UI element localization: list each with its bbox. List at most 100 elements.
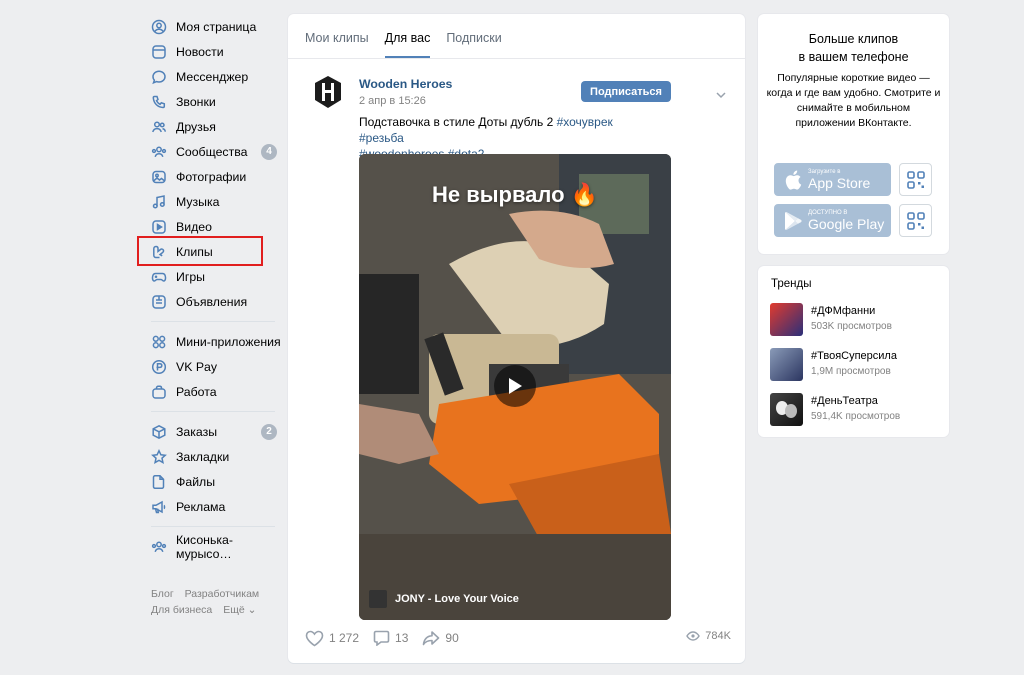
star-icon <box>151 448 167 465</box>
sidebar-item-bookmarks[interactable]: Закладки <box>140 444 285 469</box>
sidebar-item-label: Моя страница <box>176 19 257 34</box>
sidebar-item-label: Видео <box>176 219 212 234</box>
music-track[interactable]: JONY - Love Your Voice <box>369 590 519 608</box>
post-author-name[interactable]: Wooden Heroes <box>359 77 452 91</box>
google-play-icon <box>785 211 802 230</box>
sidebar-item-label: Кисонька-мурысо… <box>176 532 233 561</box>
apple-icon <box>785 170 802 190</box>
sidebar-item-communities[interactable]: Сообщества 4 <box>140 139 285 164</box>
google-play-button[interactable]: ДОСТУПНО В Google Play <box>774 204 891 237</box>
trend-thumbnail <box>770 348 803 381</box>
sidebar-item-my-page[interactable]: Моя страница <box>140 14 285 39</box>
post-date[interactable]: 2 апр в 15:26 <box>359 95 426 107</box>
promo-description: Популярные короткие видео — когда и где … <box>766 72 941 129</box>
sidebar-item-classifieds[interactable]: Объявления <box>140 289 285 314</box>
sidebar-item-files[interactable]: Файлы <box>140 469 285 494</box>
tab-subscriptions[interactable]: Подписки <box>446 31 501 58</box>
play-button-icon[interactable] <box>494 365 536 407</box>
sidebar-divider <box>151 411 275 412</box>
footer-link-more[interactable]: Ещё ⌄ <box>223 604 256 616</box>
music-track-label: JONY - Love Your Voice <box>395 593 519 605</box>
theatre-masks-icon <box>776 401 797 418</box>
heart-icon <box>305 630 324 646</box>
sidebar-item-photos[interactable]: Фотографии <box>140 164 285 189</box>
user-circle-icon <box>151 19 167 35</box>
sidebar-item-vk-pay[interactable]: VK Pay <box>140 354 285 379</box>
subscribe-button[interactable]: Подписаться <box>581 81 671 102</box>
sidebar-item-group-kisonka[interactable]: Кисонька-мурысо… <box>140 532 285 561</box>
trend-item[interactable]: #ДФМфанни 503K просмотров <box>770 303 940 337</box>
sidebar-item-label: Файлы <box>176 474 216 489</box>
briefcase-icon <box>151 384 167 400</box>
trend-item[interactable]: #ДеньТеатра 591,4K просмотров <box>770 393 940 427</box>
sidebar-divider <box>151 526 275 527</box>
communities-icon <box>151 144 167 160</box>
megaphone-icon <box>151 499 167 515</box>
sidebar-item-calls[interactable]: Звонки <box>140 89 285 114</box>
sidebar-item-label: Закладки <box>176 449 230 464</box>
promo-title-line1: Больше клипов <box>808 32 899 46</box>
promo-title: Больше клипов в вашем телефоне <box>758 30 949 66</box>
chevron-down-icon[interactable] <box>714 88 728 102</box>
left-sidebar: Моя страница Новости Мессенджер Звонки Д… <box>140 14 285 561</box>
footer-link-developers[interactable]: Разработчикам <box>185 588 260 600</box>
sidebar-item-music[interactable]: Музыка <box>140 189 285 214</box>
tab-my-clips[interactable]: Мои клипы <box>305 31 369 58</box>
sidebar-item-mini-apps[interactable]: Мини-приложения <box>140 329 285 354</box>
video-overlay-caption: Не вырвало 🔥 <box>431 182 599 207</box>
trends-title: Тренды <box>771 278 812 290</box>
tab-for-you[interactable]: Для вас <box>384 31 431 58</box>
app-store-qr-button[interactable] <box>899 163 932 196</box>
sidebar-item-label: Звонки <box>176 94 216 109</box>
app-store-button[interactable]: Загрузите в App Store <box>774 163 891 196</box>
sidebar-item-label: Музыка <box>176 194 220 209</box>
trend-name: #ДФМфанни <box>811 305 876 317</box>
wooden-heroes-logo-icon <box>315 76 341 108</box>
orders-count-badge: 2 <box>261 424 277 440</box>
message-icon <box>151 69 167 85</box>
post-actions: 1 272 13 90 784K <box>305 628 731 648</box>
sidebar-item-friends[interactable]: Друзья <box>140 114 285 139</box>
trend-views: 591,4K просмотров <box>811 411 901 422</box>
sidebar-item-label: Игры <box>176 269 206 284</box>
qr-code-icon <box>906 211 925 230</box>
sidebar-item-news[interactable]: Новости <box>140 39 285 64</box>
sidebar-item-games[interactable]: Игры <box>140 264 285 289</box>
trend-name: #ТвояСуперсила <box>811 350 897 362</box>
sidebar-item-orders[interactable]: Заказы 2 <box>140 419 285 444</box>
sidebar-item-label: Фотографии <box>176 169 247 184</box>
sidebar-item-label: Реклама <box>176 499 226 514</box>
trend-thumbnail <box>770 303 803 336</box>
trend-item[interactable]: #ТвояСуперсила 1,9M просмотров <box>770 348 940 382</box>
box-icon <box>151 424 167 440</box>
view-counter: 784K <box>686 630 731 642</box>
like-button[interactable]: 1 272 <box>305 630 359 647</box>
friends-icon <box>151 119 167 135</box>
sidebar-item-label: Объявления <box>176 294 248 309</box>
clip-video-player[interactable]: Не вырвало 🔥 JONY - Love Your Voice <box>359 154 671 620</box>
file-icon <box>151 474 167 490</box>
qr-code-icon <box>906 170 925 189</box>
app-promo-card: Больше клипов в вашем телефоне Популярны… <box>758 14 949 254</box>
clips-highlight-frame <box>137 236 263 266</box>
sidebar-item-label: Сообщества <box>176 144 248 159</box>
comment-icon <box>373 630 390 646</box>
author-avatar[interactable] <box>308 72 348 112</box>
sidebar-item-ads[interactable]: Реклама <box>140 494 285 519</box>
google-play-label: Google Play <box>808 215 885 232</box>
group-icon <box>151 539 167 555</box>
footer-link-business[interactable]: Для бизнеса <box>151 604 212 616</box>
comment-button[interactable]: 13 <box>373 630 408 646</box>
sidebar-item-label: VK Pay <box>176 359 218 374</box>
trend-views: 1,9M просмотров <box>811 366 891 377</box>
share-button[interactable]: 90 <box>422 630 459 646</box>
photo-icon <box>151 169 167 185</box>
post-text-body: Подставочка в стиле Доты дубль 2 <box>359 115 557 129</box>
vkpay-icon <box>151 359 167 375</box>
gamepad-icon <box>151 269 167 285</box>
sidebar-item-work[interactable]: Работа <box>140 379 285 404</box>
trend-thumbnail <box>770 393 803 426</box>
sidebar-item-messenger[interactable]: Мессенджер <box>140 64 285 89</box>
footer-link-blog[interactable]: Блог <box>151 588 174 600</box>
google-play-qr-button[interactable] <box>899 204 932 237</box>
